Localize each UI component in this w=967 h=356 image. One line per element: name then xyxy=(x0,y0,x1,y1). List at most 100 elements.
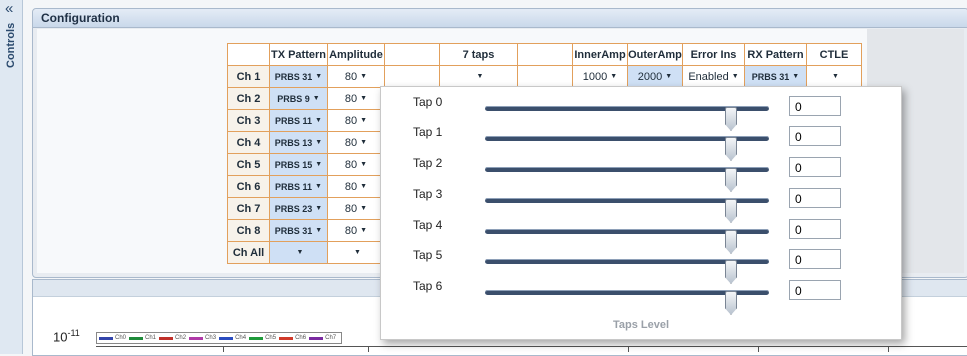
tap-row: Tap 0 0 xyxy=(381,95,901,131)
tap-slider[interactable] xyxy=(485,136,769,161)
legend-item: Ch3 xyxy=(189,335,216,341)
tap-value-input[interactable]: 0 xyxy=(789,96,841,116)
error-ins-dropdown[interactable]: Enabled ▼ xyxy=(682,65,745,88)
dropdown-arrow-icon: ▼ xyxy=(360,205,368,213)
x-axis-tick xyxy=(888,346,889,352)
dropdown-arrow-icon: ▼ xyxy=(731,73,739,81)
legend-swatch xyxy=(309,336,324,340)
tap-value-input[interactable]: 0 xyxy=(789,157,841,177)
legend-swatch xyxy=(189,336,204,340)
tap-row: Tap 1 0 xyxy=(381,125,901,161)
chart-legend: Ch0 Ch1 Ch2 Ch3 Ch4 Ch5 Ch6 Ch7 xyxy=(96,332,343,344)
tap-slider[interactable] xyxy=(485,106,769,131)
channel-label: Ch 3 xyxy=(227,109,270,132)
tx-pattern-dropdown[interactable]: PRBS 13 ▼ xyxy=(269,131,328,154)
header-inner-amp: InnerAmp xyxy=(572,43,628,66)
legend-item: Ch4 xyxy=(219,335,246,341)
dropdown-arrow-icon: ▼ xyxy=(315,183,322,191)
legend-item: Ch1 xyxy=(129,335,156,341)
tx-pattern-dropdown[interactable]: PRBS 9 ▼ xyxy=(269,87,328,110)
dropdown-arrow-icon: ▼ xyxy=(354,249,361,257)
collapse-chevron-icon[interactable]: « xyxy=(5,1,13,16)
taps-level-popup: Tap 0 0 Tap 1 0 Tap 2 0 Tap 3 0 Tap 4 0 … xyxy=(380,86,902,340)
dropdown-arrow-icon: ▼ xyxy=(315,73,323,81)
header-7-taps: 7 taps xyxy=(439,43,518,66)
amplitude-dropdown[interactable]: 80 ▼ xyxy=(327,197,385,220)
tap-row: Tap 3 0 xyxy=(381,187,901,223)
tap-value-input[interactable]: 0 xyxy=(789,126,841,146)
tx-pattern-dropdown[interactable]: ▼ xyxy=(269,241,328,264)
tap-label: Tap 4 xyxy=(413,218,443,232)
dropdown-arrow-icon: ▼ xyxy=(665,73,673,81)
dropdown-arrow-icon: ▼ xyxy=(360,73,368,81)
tap-value-input[interactable]: 0 xyxy=(789,280,841,300)
tap-slider[interactable] xyxy=(485,198,769,223)
y-axis-label: 10-11 xyxy=(53,328,80,345)
channel-label: Ch 2 xyxy=(227,87,270,110)
tap-slider[interactable] xyxy=(485,229,769,254)
tap-label: Tap 6 xyxy=(413,279,443,293)
slider-thumb[interactable] xyxy=(725,291,737,315)
legend-swatch xyxy=(129,336,144,340)
channel-label: Ch 4 xyxy=(227,131,270,154)
amplitude-dropdown[interactable]: 80 ▼ xyxy=(327,131,385,154)
amplitude-dropdown[interactable]: ▼ xyxy=(327,241,385,264)
amplitude-dropdown[interactable]: 80 ▼ xyxy=(327,219,385,242)
table-row: Ch 1 PRBS 31 ▼ 80 ▼ ▼ 1000 ▼ 2000 ▼ Enabled ▼… xyxy=(227,65,862,88)
ctle-dropdown[interactable]: ▼ xyxy=(806,65,862,88)
dropdown-arrow-icon: ▼ xyxy=(360,227,368,235)
rx-pattern-dropdown[interactable]: PRBS 31 ▼ xyxy=(744,65,807,88)
amplitude-dropdown[interactable]: 80 ▼ xyxy=(327,65,385,88)
header-tx-pattern: TX Pattern xyxy=(269,43,328,66)
tap-label: Tap 2 xyxy=(413,156,443,170)
channel-label: Ch 1 xyxy=(227,65,270,88)
inner-amp-dropdown[interactable]: 1000 ▼ xyxy=(572,65,628,88)
tx-pattern-dropdown[interactable]: PRBS 23 ▼ xyxy=(269,197,328,220)
tap-value-input[interactable]: 0 xyxy=(789,219,841,239)
x-axis-tick xyxy=(758,346,759,352)
tx-pattern-dropdown[interactable]: PRBS 31 ▼ xyxy=(269,219,328,242)
controls-sidebar: « Controls xyxy=(0,0,23,354)
tap-value-input[interactable]: 0 xyxy=(789,188,841,208)
tx-pattern-dropdown[interactable]: PRBS 11 ▼ xyxy=(269,175,328,198)
dropdown-arrow-icon: ▼ xyxy=(360,139,368,147)
x-axis-tick xyxy=(368,346,369,352)
dropdown-arrow-icon: ▼ xyxy=(610,73,618,81)
legend-item: Ch5 xyxy=(249,335,276,341)
dropdown-arrow-icon: ▼ xyxy=(296,249,304,257)
tap-slider[interactable] xyxy=(485,259,769,284)
header-ctle: CTLE xyxy=(806,43,862,66)
amplitude-dropdown[interactable]: 80 ▼ xyxy=(327,109,385,132)
header-rx-pattern: RX Pattern xyxy=(744,43,807,66)
legend-item: Ch2 xyxy=(159,335,186,341)
tap-value-input[interactable]: 0 xyxy=(789,249,841,269)
channel-label: Ch All xyxy=(227,241,270,264)
header-blank xyxy=(227,43,270,66)
dropdown-arrow-icon: ▼ xyxy=(360,117,368,125)
amplitude-dropdown[interactable]: 80 ▼ xyxy=(327,153,385,176)
tx-pattern-dropdown[interactable]: PRBS 15 ▼ xyxy=(269,153,328,176)
amplitude-dropdown[interactable]: 80 ▼ xyxy=(327,175,385,198)
legend-swatch xyxy=(159,336,174,340)
tap-label: Tap 0 xyxy=(413,95,443,109)
legend-swatch xyxy=(219,336,234,340)
tx-pattern-dropdown[interactable]: PRBS 31 ▼ xyxy=(269,65,328,88)
header-amplitude: Amplitude xyxy=(327,43,385,66)
tap-slider[interactable] xyxy=(485,290,769,315)
dropdown-arrow-icon: ▼ xyxy=(315,161,323,169)
controls-label[interactable]: Controls xyxy=(5,23,17,68)
legend-item: Ch7 xyxy=(309,335,336,341)
outer-amp-dropdown[interactable]: 2000 ▼ xyxy=(627,65,683,88)
dropdown-arrow-icon: ▼ xyxy=(360,95,368,103)
taps-dropdown[interactable]: ▼ xyxy=(439,65,518,88)
table-header-row: TX Pattern Amplitude 7 taps InnerAmp Out… xyxy=(227,43,862,66)
header-blank-5 xyxy=(517,43,573,66)
amplitude-dropdown[interactable]: 80 ▼ xyxy=(327,87,385,110)
dropdown-arrow-icon: ▼ xyxy=(360,161,368,169)
tap-label: Tap 3 xyxy=(413,187,443,201)
channel-label: Ch 7 xyxy=(227,197,270,220)
tap-row: Tap 6 0 xyxy=(381,279,901,315)
tx-pattern-dropdown[interactable]: PRBS 11 ▼ xyxy=(269,109,328,132)
taps-level-footer: Taps Level xyxy=(612,319,670,331)
tap-slider[interactable] xyxy=(485,167,769,192)
